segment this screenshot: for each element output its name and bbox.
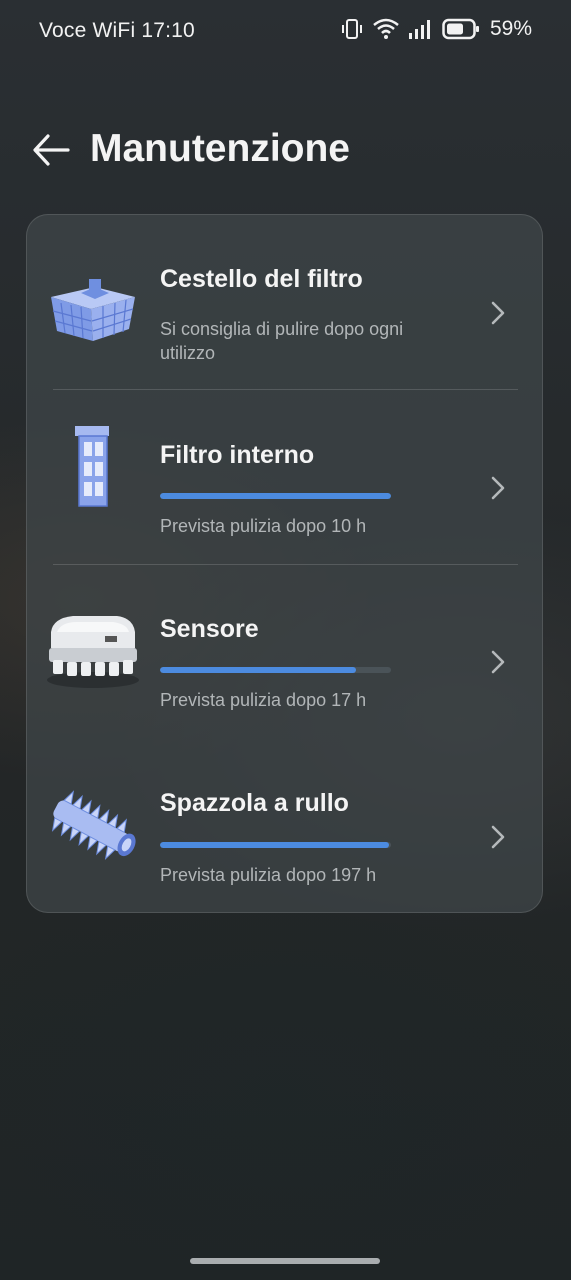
- status-icons: 59%: [340, 17, 532, 41]
- list-item-inner-filter[interactable]: Filtro interno Prevista pulizia dopo 10 …: [27, 390, 542, 564]
- filter-basket-image: [51, 279, 135, 341]
- item-title: Spazzola a rullo: [160, 789, 349, 817]
- arrow-left-icon: [33, 134, 70, 166]
- header: Manutenzione: [0, 118, 571, 182]
- vibrate-icon: [341, 19, 362, 39]
- progress-fill: [160, 493, 391, 499]
- item-title: Sensore: [160, 615, 259, 643]
- battery-percent: 59%: [489, 17, 532, 40]
- page-title: Manutenzione: [90, 127, 350, 170]
- battery-icon: [442, 18, 479, 40]
- list-item-roller-brush[interactable]: Spazzola a rullo Prevista pulizia dopo 1…: [27, 739, 542, 912]
- wifi-icon: [373, 18, 399, 39]
- item-description: Prevista pulizia dopo 17 h: [160, 690, 367, 710]
- status-bar: Voce WiFi 17:10 59%: [0, 0, 571, 64]
- status-carrier-time: Voce WiFi 17:10: [39, 19, 195, 42]
- chevron-right-icon: [491, 476, 505, 500]
- item-description: Prevista pulizia dopo 197 h: [160, 865, 377, 885]
- maintenance-card: Cestello del filtro Si consiglia di puli…: [26, 214, 543, 913]
- chevron-right-icon: [491, 825, 505, 849]
- list-item-filter-basket[interactable]: Cestello del filtro Si consiglia di puli…: [27, 215, 542, 389]
- item-title: Filtro interno: [160, 441, 315, 469]
- item-title: Cestello del filtro: [160, 265, 363, 293]
- item-description: Prevista pulizia dopo 10 h: [160, 516, 367, 536]
- progress-bar: [160, 667, 391, 673]
- chevron-right-icon: [491, 301, 505, 325]
- progress-fill: [160, 667, 357, 673]
- progress-fill: [160, 842, 389, 848]
- signal-icon: [408, 20, 430, 39]
- sensor-robot-image: [47, 616, 139, 688]
- chevron-right-icon: [491, 650, 505, 674]
- back-button[interactable]: [30, 130, 72, 170]
- progress-bar: [160, 842, 391, 848]
- item-description: Si consiglia di pulire dopo ogni utilizz…: [160, 319, 404, 363]
- roller-brush-image: [51, 790, 136, 861]
- inner-filter-image: [75, 426, 109, 507]
- progress-bar: [160, 493, 391, 499]
- gesture-nav-handle[interactable]: [190, 1258, 380, 1264]
- list-item-sensor[interactable]: Sensore Prevista pulizia dopo 17 h: [27, 564, 542, 738]
